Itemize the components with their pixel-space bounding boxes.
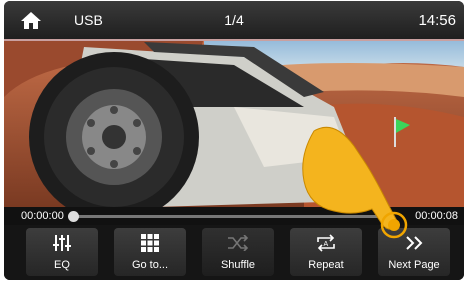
status-bar: USB 1/4 14:56	[4, 1, 464, 41]
shuffle-label: Shuffle	[220, 259, 256, 271]
goto-button[interactable]: Go to...	[114, 228, 186, 276]
grid-icon	[141, 234, 159, 252]
track-counter: 1/4	[224, 12, 244, 28]
tap-hand-icon	[302, 126, 408, 239]
eq-label: EQ	[54, 259, 70, 271]
elapsed-time: 00:00:00	[21, 210, 64, 222]
equalizer-icon	[53, 235, 71, 251]
media-player-screen: USB 1/4 14:56 00:00:00 00:00:08 EQ Go to…	[4, 1, 464, 280]
goto-label: Go to...	[131, 259, 169, 271]
shuffle-button[interactable]: Shuffle	[202, 228, 274, 276]
clock: 14:56	[418, 12, 456, 29]
total-time: 00:00:08	[415, 210, 458, 222]
next-page-label: Next Page	[388, 259, 440, 271]
progress-knob[interactable]	[68, 211, 79, 222]
eq-button[interactable]: EQ	[26, 228, 98, 276]
repeat-label: Repeat	[308, 259, 344, 271]
shuffle-icon	[228, 235, 249, 251]
